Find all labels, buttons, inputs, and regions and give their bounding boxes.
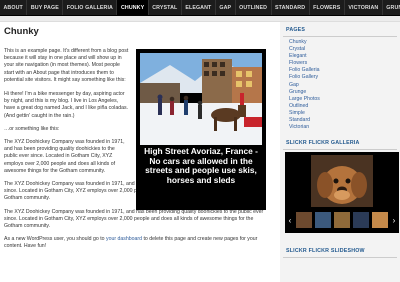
street-scene-image bbox=[140, 53, 262, 145]
sidebar-page-standard[interactable]: Standard bbox=[289, 117, 397, 124]
flickr-gallery: ‹ › bbox=[285, 152, 399, 234]
nav-item-victorian[interactable]: VICTORIAN bbox=[345, 0, 383, 15]
slideshow-widget-title: SLICKR FLICKR SLIDESHOW bbox=[283, 243, 397, 259]
nav-item-folio-galleria[interactable]: FOLIO GALLERIA bbox=[63, 0, 118, 15]
sidebar-page-simple[interactable]: Simple bbox=[289, 110, 397, 117]
thumbs-prev-icon[interactable]: ‹ bbox=[287, 214, 293, 226]
sidebar-page-victorian[interactable]: Victorian bbox=[289, 124, 397, 131]
nav-item-flowers[interactable]: FLOWERS bbox=[310, 0, 345, 15]
nav-item-outlined[interactable]: OUTLINED bbox=[236, 0, 272, 15]
sidebar-page-gap[interactable]: Gap bbox=[289, 82, 397, 89]
nav-item-gap[interactable]: GAP bbox=[216, 0, 236, 15]
sidebar-page-large-photos[interactable]: Large Photos bbox=[289, 96, 397, 103]
sidebar-page-folio-gallery[interactable]: Folio Gallery bbox=[289, 74, 397, 81]
sidebar-page-folio-galleria[interactable]: Folio Galleria bbox=[289, 67, 397, 74]
gallery-main-photo[interactable] bbox=[311, 155, 373, 208]
or-paragraph: …or something like this: bbox=[4, 125, 60, 132]
gallery-thumbnail[interactable] bbox=[372, 212, 388, 229]
gallery-thumbnail-strip: ‹ › bbox=[287, 210, 397, 230]
top-navigation: ABOUT BUY PAGE FOLIO GALLERIA CHUNKY CRY… bbox=[0, 0, 400, 16]
nav-item-crystal[interactable]: CRYSTAL bbox=[149, 0, 182, 15]
sidebar-page-flowers[interactable]: Flowers bbox=[289, 60, 397, 67]
closing-paragraph: As a new WordPress user, you should go t… bbox=[4, 236, 269, 250]
thumbs-next-icon[interactable]: › bbox=[391, 214, 397, 226]
doohickey-paragraph-3: The XYZ Doohickey Company was founded in… bbox=[4, 208, 264, 230]
quote-paragraph: Hi there! I'm a bike messenger by day, a… bbox=[4, 91, 129, 119]
photo-caption: High Street Avoriaz, France - No cars ar… bbox=[144, 146, 258, 185]
sidebar-page-grunge[interactable]: Grunge bbox=[289, 89, 397, 96]
sidebar-page-elegant[interactable]: Elegant bbox=[289, 53, 397, 60]
closing-text-pre: As a new WordPress user, you should go t… bbox=[4, 236, 106, 243]
doohickey-paragraph-1: The XYZ Doohickey Company was founded in… bbox=[4, 139, 125, 174]
featured-photo[interactable] bbox=[140, 53, 262, 145]
gallery-thumbnail[interactable] bbox=[334, 212, 350, 229]
pages-widget-title: PAGES bbox=[283, 22, 397, 37]
sidebar-page-chunky[interactable]: Chunky bbox=[289, 39, 397, 46]
featured-photo-box: High Street Avoriaz, France - No cars ar… bbox=[136, 49, 266, 210]
nav-item-grunge[interactable]: GRUNGE bbox=[383, 0, 400, 15]
gallery-thumbnail[interactable] bbox=[315, 212, 331, 229]
gallery-thumbnail[interactable] bbox=[353, 212, 369, 229]
sidebar: PAGES Chunky Crystal Elegant Flowers Fol… bbox=[280, 22, 400, 282]
nav-item-about[interactable]: ABOUT bbox=[0, 0, 28, 15]
dashboard-link[interactable]: your dashboard bbox=[106, 236, 142, 242]
nav-item-standard[interactable]: STANDARD bbox=[272, 0, 310, 15]
gallery-thumbnail[interactable] bbox=[296, 212, 312, 229]
nav-item-chunky[interactable]: CHUNKY bbox=[117, 0, 149, 15]
sidebar-page-outlined[interactable]: Outlined bbox=[289, 103, 397, 110]
sidebar-page-crystal[interactable]: Crystal bbox=[289, 46, 397, 53]
page-title: Chunky bbox=[4, 26, 39, 37]
nav-item-elegant[interactable]: ELEGANT bbox=[182, 0, 216, 15]
puppy-photo-image bbox=[311, 155, 373, 208]
intro-paragraph: This is an example page. It's different … bbox=[4, 48, 129, 83]
pages-list: Chunky Crystal Elegant Flowers Folio Gal… bbox=[283, 39, 397, 131]
nav-item-buy-page[interactable]: BUY PAGE bbox=[27, 0, 64, 15]
gallery-widget-title: SLICKR FLICKR GALLERIA bbox=[283, 135, 397, 151]
